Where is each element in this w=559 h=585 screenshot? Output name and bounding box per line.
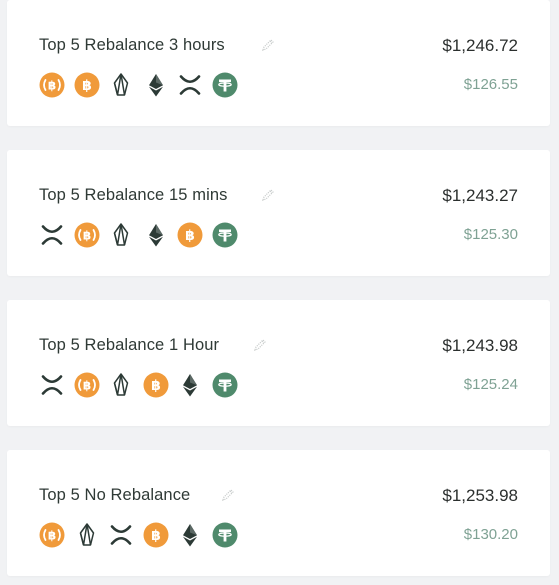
ethereum-icon xyxy=(143,72,169,98)
edit-pencil-icon[interactable] xyxy=(261,188,275,202)
tether-icon xyxy=(212,222,238,248)
portfolio-value: $1,243.27 xyxy=(442,186,518,205)
edit-pencil-icon[interactable] xyxy=(261,38,275,52)
tether-icon xyxy=(212,522,238,548)
eos-icon xyxy=(74,522,100,548)
eos-icon xyxy=(108,372,134,398)
bitcoin-cash-icon: ฿ xyxy=(74,222,100,248)
xrp-icon xyxy=(108,522,134,548)
portfolio-name: Top 5 Rebalance 1 Hour xyxy=(39,336,220,354)
ethereum-icon xyxy=(177,522,203,548)
edit-pencil-icon[interactable] xyxy=(221,488,235,502)
bitcoin-icon: ฿ xyxy=(74,72,100,98)
portfolio-change: $125.30 xyxy=(463,226,518,243)
svg-text:฿: ฿ xyxy=(48,529,56,543)
bitcoin-icon: ฿ xyxy=(177,222,203,248)
portfolio-change: $125.24 xyxy=(463,376,518,393)
portfolio-name: Top 5 Rebalance 3 hours xyxy=(39,36,225,54)
tether-icon xyxy=(212,372,238,398)
ethereum-icon xyxy=(143,222,169,248)
bitcoin-icon: ฿ xyxy=(143,522,169,548)
svg-text:฿: ฿ xyxy=(48,79,56,93)
bitcoin-cash-icon: ฿ xyxy=(39,522,65,548)
svg-text:฿: ฿ xyxy=(82,78,92,94)
ethereum-icon xyxy=(177,372,203,398)
xrp-icon xyxy=(177,72,203,98)
tether-icon xyxy=(212,72,238,98)
svg-text:฿: ฿ xyxy=(82,229,90,243)
portfolio-value: $1,253.98 xyxy=(442,486,518,505)
portfolio-change: $126.55 xyxy=(463,76,518,93)
edit-pencil-icon[interactable] xyxy=(253,338,267,352)
portfolio-card[interactable]: Top 5 Rebalance 15 mins $1,243.27 $125.3… xyxy=(7,150,550,276)
xrp-icon xyxy=(39,372,65,398)
portfolio-change: $130.20 xyxy=(463,526,518,543)
svg-text:฿: ฿ xyxy=(82,379,90,393)
portfolio-name: Top 5 No Rebalance xyxy=(39,486,191,504)
svg-text:฿: ฿ xyxy=(151,378,161,394)
eos-icon xyxy=(108,72,134,98)
portfolio-card[interactable]: Top 5 Rebalance 1 Hour $1,243.98 $125.24… xyxy=(7,300,550,426)
portfolio-value: $1,246.72 xyxy=(442,36,518,55)
portfolio-name: Top 5 Rebalance 15 mins xyxy=(39,186,228,204)
bitcoin-cash-icon: ฿ xyxy=(74,372,100,398)
svg-text:฿: ฿ xyxy=(185,228,195,244)
portfolio-card[interactable]: Top 5 No Rebalance $1,253.98 $130.20 ฿ ฿ xyxy=(7,450,550,576)
portfolio-value: $1,243.98 xyxy=(442,336,518,355)
eos-icon xyxy=(108,222,134,248)
bitcoin-icon: ฿ xyxy=(143,372,169,398)
portfolio-card[interactable]: Top 5 Rebalance 3 hours $1,246.72 $126.5… xyxy=(7,0,550,126)
svg-text:฿: ฿ xyxy=(151,528,161,544)
xrp-icon xyxy=(39,222,65,248)
bitcoin-cash-icon: ฿ xyxy=(39,72,65,98)
